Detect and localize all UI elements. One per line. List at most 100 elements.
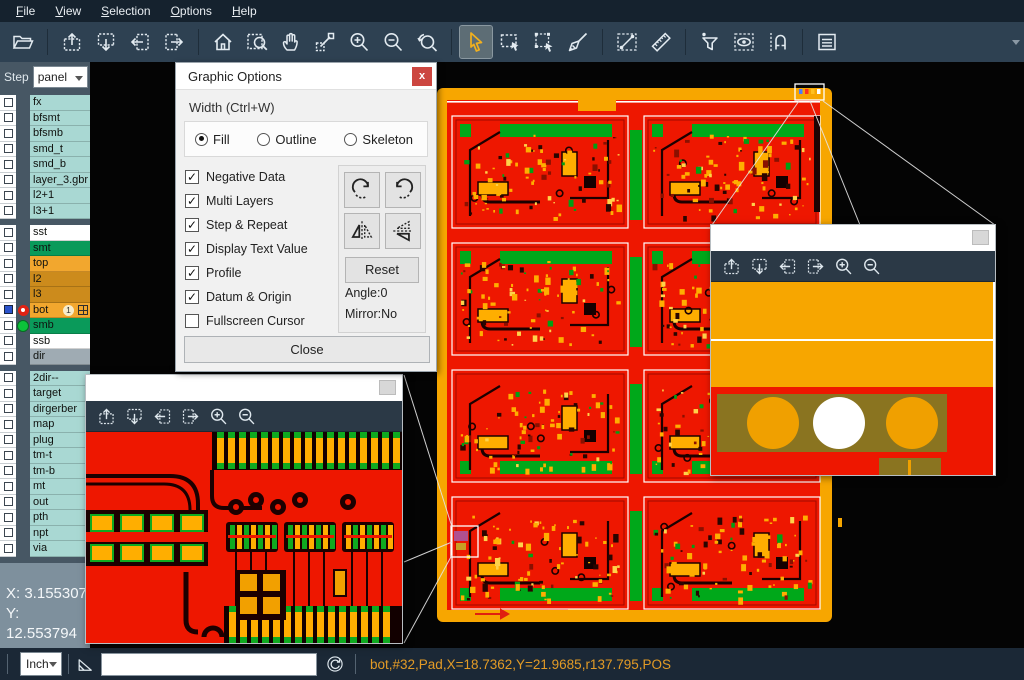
window-button[interactable] <box>972 230 989 245</box>
layer-row-smd-t[interactable]: smd_t <box>0 142 90 158</box>
view-down-button[interactable] <box>90 26 122 58</box>
layer-row-l3-1[interactable]: l3+1 <box>0 204 90 220</box>
checkbox-fullscreen-cursor[interactable]: Fullscreen Cursor <box>185 309 338 333</box>
layer-checkbox[interactable] <box>4 259 13 268</box>
filter-button[interactable] <box>694 26 726 58</box>
layer-checkbox[interactable] <box>4 129 13 138</box>
layer-row-npt[interactable]: npt <box>0 526 90 542</box>
zoom-in-button[interactable] <box>829 253 857 279</box>
layer-checkbox[interactable] <box>4 373 13 382</box>
snap-magnet-button[interactable] <box>762 26 794 58</box>
checkbox-multi-layers[interactable]: ✓Multi Layers <box>185 189 338 213</box>
layer-checkbox[interactable] <box>4 160 13 169</box>
zoom-out-button[interactable] <box>377 26 409 58</box>
rotate-cw-button[interactable] <box>344 172 380 208</box>
layer-checkbox[interactable] <box>4 435 13 444</box>
layer-row-map[interactable]: map <box>0 417 90 433</box>
layer-checkbox[interactable] <box>4 528 13 537</box>
view-up-button[interactable] <box>92 403 120 429</box>
view-down-button[interactable] <box>745 253 773 279</box>
layer-checkbox[interactable] <box>4 352 13 361</box>
layer-checkbox[interactable] <box>4 544 13 553</box>
view-up-button[interactable] <box>717 253 745 279</box>
view-down-button[interactable] <box>120 403 148 429</box>
measure-ruler-button[interactable] <box>645 26 677 58</box>
zoom-out-button[interactable] <box>232 403 260 429</box>
view-right-button[interactable] <box>176 403 204 429</box>
layer-row-target[interactable]: target <box>0 386 90 402</box>
layer-row-l2-1[interactable]: l2+1 <box>0 188 90 204</box>
layer-checkbox[interactable] <box>4 274 13 283</box>
layer-row-tm-b[interactable]: tm-b <box>0 464 90 480</box>
zoom-in-button[interactable] <box>204 403 232 429</box>
layer-checkbox[interactable] <box>4 191 13 200</box>
zoom-previous-button[interactable] <box>411 26 443 58</box>
zoom-out-button[interactable] <box>857 253 885 279</box>
layer-row-bfsmb[interactable]: bfsmb <box>0 126 90 142</box>
layer-checkbox[interactable] <box>4 513 13 522</box>
view-up-button[interactable] <box>56 26 88 58</box>
zoom-in-button[interactable] <box>343 26 375 58</box>
layer-row-2dir-[interactable]: 2dir-- <box>0 371 90 387</box>
layer-row-via[interactable]: via <box>0 541 90 557</box>
layer-checkbox[interactable] <box>4 144 13 153</box>
step-select[interactable]: panel <box>33 66 88 88</box>
dialog-title-bar[interactable]: Graphic Options x <box>176 63 436 90</box>
menu-view[interactable]: View <box>45 0 91 22</box>
mirror-vertical-button[interactable] <box>385 213 421 249</box>
radio-fill[interactable]: Fill <box>195 132 230 147</box>
layer-row-dir[interactable]: dir <box>0 349 90 365</box>
grid-icon[interactable] <box>78 305 88 315</box>
checkbox-profile[interactable]: ✓Profile <box>185 261 338 285</box>
layer-row-ssb[interactable]: ssb <box>0 334 90 350</box>
zoom-window-button[interactable] <box>241 26 273 58</box>
radio-skeleton[interactable]: Skeleton <box>344 132 413 147</box>
layer-checkbox[interactable] <box>4 321 13 330</box>
pan-hand-button[interactable] <box>275 26 307 58</box>
close-icon[interactable]: x <box>412 67 432 86</box>
menu-options[interactable]: Options <box>161 0 222 22</box>
layer-row-fx[interactable]: fx <box>0 95 90 111</box>
home-view-button[interactable] <box>207 26 239 58</box>
layer-row-tm-t[interactable]: tm-t <box>0 448 90 464</box>
window-button[interactable] <box>379 380 396 395</box>
view-right-button[interactable] <box>158 26 190 58</box>
layer-row-pth[interactable]: pth <box>0 510 90 526</box>
layer-row-bot[interactable]: bot1 <box>0 303 90 319</box>
measure-distance-button[interactable] <box>611 26 643 58</box>
layer-row-smt[interactable]: smt <box>0 241 90 257</box>
layer-checkbox[interactable] <box>4 113 13 122</box>
layer-checkbox[interactable] <box>4 290 13 299</box>
layer-row-mt[interactable]: mt <box>0 479 90 495</box>
layer-checkbox[interactable] <box>4 404 13 413</box>
layer-checkbox[interactable] <box>4 420 13 429</box>
view-left-button[interactable] <box>773 253 801 279</box>
layer-checkbox[interactable] <box>4 243 13 252</box>
layer-row-l3[interactable]: l3 <box>0 287 90 303</box>
rotate-ccw-button[interactable] <box>385 172 421 208</box>
layer-checkbox[interactable] <box>4 336 13 345</box>
layer-checkbox[interactable] <box>4 451 13 460</box>
layers-panel-button[interactable] <box>811 26 843 58</box>
layer-row-plug[interactable]: plug <box>0 433 90 449</box>
menu-help[interactable]: Help <box>222 0 267 22</box>
menu-selection[interactable]: Selection <box>91 0 160 22</box>
layer-row-out[interactable]: out <box>0 495 90 511</box>
layer-checkbox[interactable] <box>4 482 13 491</box>
layer-checkbox[interactable] <box>4 98 13 107</box>
layer-checkbox[interactable] <box>4 206 13 215</box>
magnifier-window-right[interactable] <box>710 224 996 476</box>
open-file-button[interactable] <box>7 26 39 58</box>
command-input[interactable] <box>101 653 317 676</box>
view-right-button[interactable] <box>801 253 829 279</box>
checkbox-display-text-value[interactable]: ✓Display Text Value <box>185 237 338 261</box>
reset-button[interactable]: Reset <box>345 257 419 283</box>
layer-checkbox[interactable] <box>4 466 13 475</box>
close-button[interactable]: Close <box>184 336 430 363</box>
layer-row-smd-b[interactable]: smd_b <box>0 157 90 173</box>
layer-row-top[interactable]: top <box>0 256 90 272</box>
layer-checkbox[interactable] <box>4 175 13 184</box>
checkbox-datum-origin[interactable]: ✓Datum & Origin <box>185 285 338 309</box>
layer-checkbox[interactable] <box>4 228 13 237</box>
toolbar-overflow-icon[interactable] <box>1012 40 1020 45</box>
